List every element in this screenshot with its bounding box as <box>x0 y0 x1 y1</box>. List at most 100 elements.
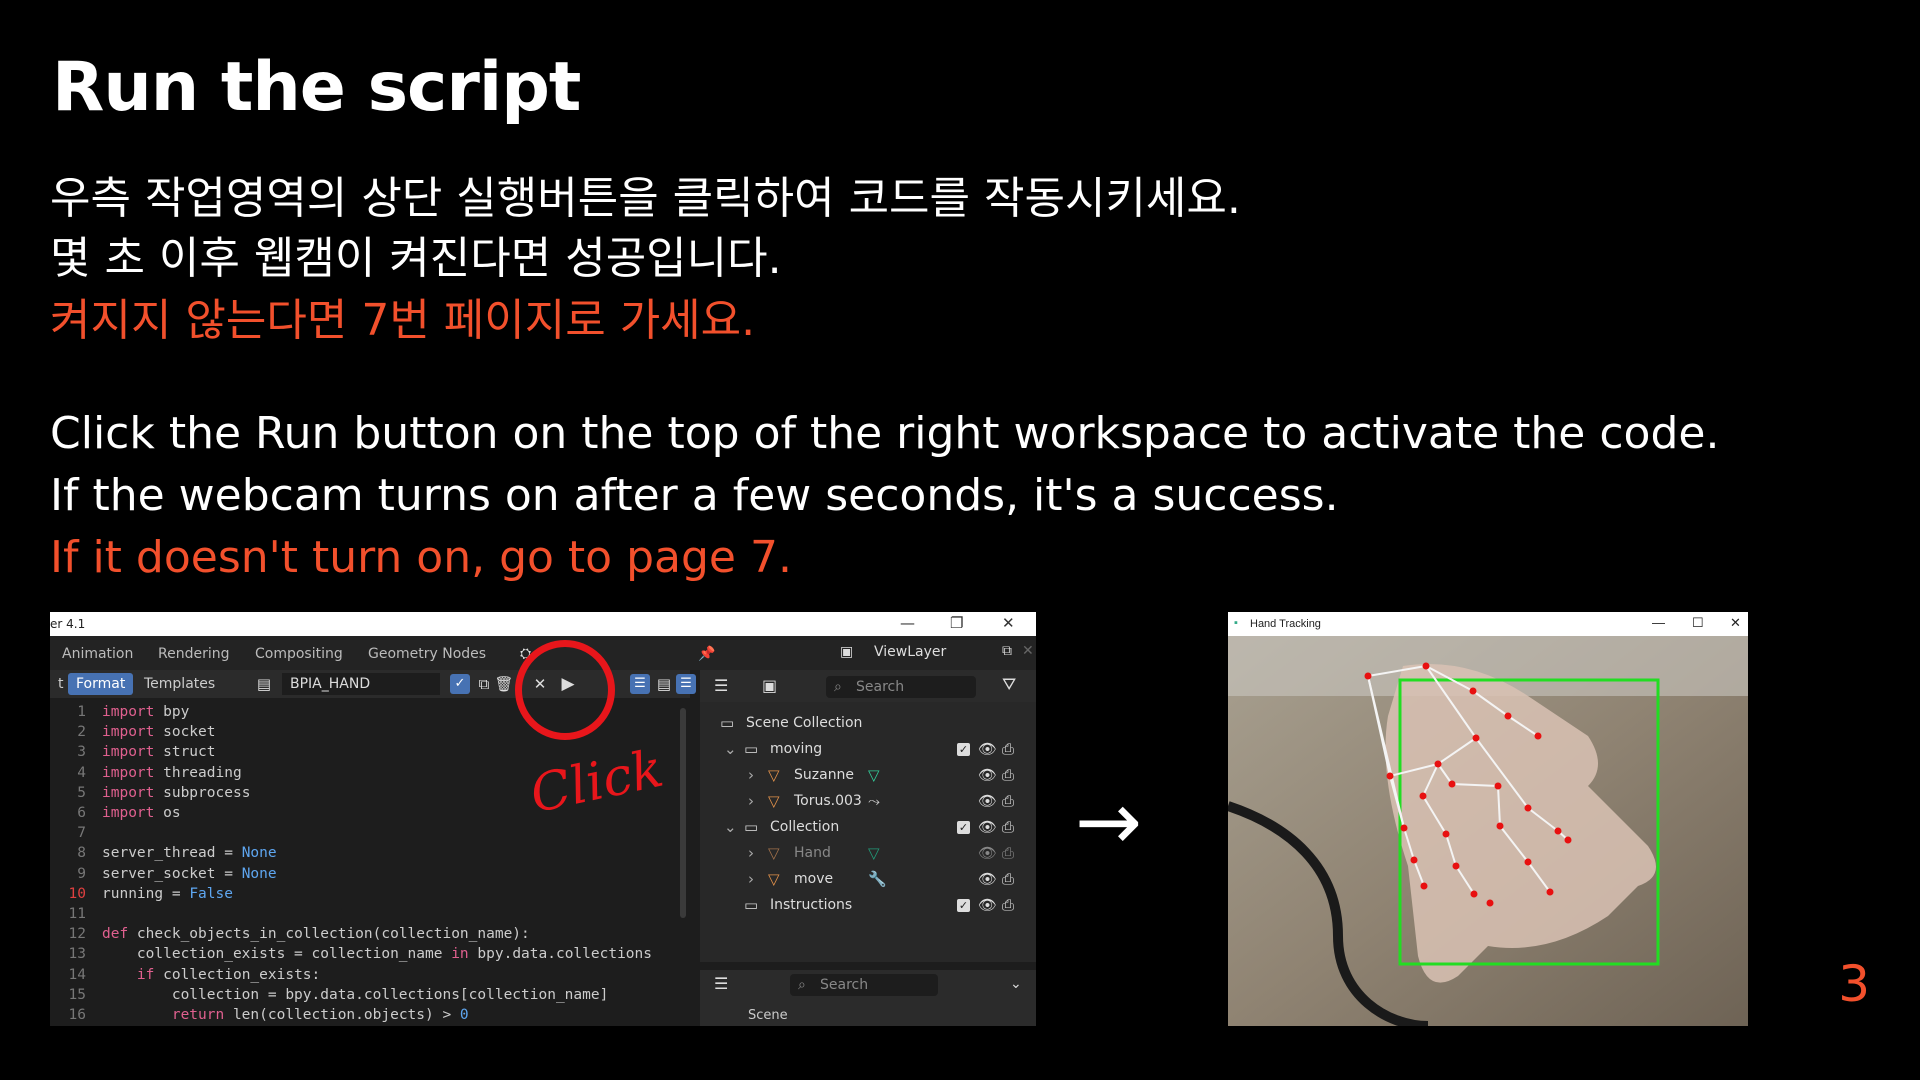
outliner-search-input[interactable]: ⌕ Search <box>826 676 976 698</box>
maximize-icon[interactable]: ❐ <box>950 614 963 632</box>
exclude-checkbox[interactable]: ✓ <box>957 899 970 912</box>
close-icon[interactable]: ✕ <box>1002 614 1015 632</box>
expand-arrow-icon[interactable]: › <box>748 788 754 814</box>
code-line[interactable]: 5 import subprocess <box>50 783 250 803</box>
tab-rendering[interactable]: Rendering <box>158 646 230 662</box>
close-icon[interactable]: ✕ <box>1730 615 1741 631</box>
properties-panel: ☰ ⌕ Search ⌄ Scene <box>700 970 1036 1026</box>
code-token: import <box>102 784 155 801</box>
code-line[interactable]: 9 server_socket = None <box>50 864 276 884</box>
code-line[interactable]: 1 import bpy <box>50 702 189 722</box>
collection-icon: ▭ <box>720 714 735 732</box>
tab-compositing[interactable]: Compositing <box>255 646 343 662</box>
outliner-item-label: Scene Collection <box>746 715 863 731</box>
copy-icon[interactable]: ⧉ <box>1002 643 1012 659</box>
outliner-item-label: Collection <box>770 819 840 835</box>
eye-icon[interactable]: 👁 <box>978 840 997 866</box>
properties-search-input[interactable]: ⌕ Search <box>790 974 938 996</box>
pin-icon[interactable]: 📌 <box>698 646 715 662</box>
view-layer-selector[interactable]: ▣ ViewLayer ⧉ ✕ <box>830 636 1036 670</box>
code-line[interactable]: 16 return len(collection.objects) > 0 <box>50 1005 469 1025</box>
camera-icon[interactable]: ⎙ <box>1002 840 1014 866</box>
display-mode-icon[interactable]: ☰ <box>714 676 728 695</box>
outliner-item-move[interactable]: › ▽ move 🔧 👁 ⎙ <box>700 866 1036 892</box>
code-line[interactable]: 4 import threading <box>50 763 242 783</box>
camera-icon[interactable]: ⎙ <box>1002 866 1014 892</box>
fake-user-icon[interactable]: ✓ <box>450 674 470 694</box>
tab-animation[interactable]: Animation <box>62 646 133 662</box>
eye-icon[interactable]: 👁 <box>978 788 997 814</box>
camera-icon[interactable]: ⎙ <box>1002 762 1014 788</box>
format-menu[interactable]: Format <box>68 673 134 695</box>
code-line[interactable]: 14 if collection_exists: <box>50 965 321 985</box>
syntax-highlight-icon[interactable]: ☰ <box>676 674 696 694</box>
code-line[interactable]: 8 server_thread = None <box>50 843 276 863</box>
camera-icon[interactable]: ⎙ <box>1002 736 1014 762</box>
code-line[interactable]: 7 <box>50 823 102 843</box>
code-scrollbar[interactable] <box>680 708 686 918</box>
camera-icon[interactable]: ⎙ <box>1002 788 1014 814</box>
outliner-item-suzanne[interactable]: › ▽ Suzanne ▽ 👁 ⎙ <box>700 762 1036 788</box>
code-line[interactable]: 10 running = False <box>50 884 233 904</box>
duplicate-icon[interactable]: ⧉ <box>474 674 494 694</box>
hand-landmark-point <box>1496 822 1504 830</box>
eye-icon[interactable]: 👁 <box>978 762 997 788</box>
webcam-feed <box>1228 636 1748 1026</box>
camera-icon[interactable]: ⎙ <box>1002 892 1014 918</box>
hand-landmark-point <box>1419 792 1427 800</box>
expand-arrow-icon[interactable]: ⌄ <box>724 736 737 762</box>
hand-landmark-point <box>1448 780 1456 788</box>
code-token: collection_exists = collection_name <box>102 946 452 963</box>
code-editor[interactable]: 1 import bpy 2 import socket 3 import struct 4… <box>50 700 690 1026</box>
outliner-item-torus-003[interactable]: › ▽ Torus.003 ⤳ 👁 ⎙ <box>700 788 1036 814</box>
eye-icon[interactable]: 👁 <box>978 892 997 918</box>
code-line[interactable]: 3 import struct <box>50 742 215 762</box>
outliner-item-scene-collection[interactable]: ▭ Scene Collection <box>700 710 1036 736</box>
text-browse-icon[interactable]: ▤ <box>254 674 274 694</box>
expand-arrow-icon[interactable]: › <box>748 762 754 788</box>
collection-icon: ▭ <box>744 896 759 914</box>
expand-arrow-icon[interactable]: › <box>748 840 754 866</box>
hand-landmark-point <box>1470 890 1478 898</box>
eye-icon[interactable]: 👁 <box>978 866 997 892</box>
delete-view-layer-icon[interactable]: ✕ <box>1022 643 1034 659</box>
outliner-search-placeholder: Search <box>856 679 905 695</box>
tab-geometry-nodes[interactable]: Geometry Nodes <box>368 646 486 662</box>
expand-arrow-icon[interactable]: › <box>748 866 754 892</box>
outliner-item-hand[interactable]: › ▽ Hand ▽ 👁 ⎙ <box>700 840 1036 866</box>
word-wrap-icon[interactable]: ▤ <box>654 674 674 694</box>
exclude-checkbox[interactable]: ✓ <box>957 821 970 834</box>
korean-instruction-1: 우측 작업영역의 상단 실행버튼을 클릭하여 코드를 작동시키세요. <box>50 173 1241 224</box>
minimize-icon[interactable]: — <box>900 614 915 632</box>
filter-icon[interactable]: ⛛ <box>1002 675 1016 695</box>
camera-icon[interactable]: ⎙ <box>1002 814 1014 840</box>
code-line[interactable]: 15 collection = bpy.data.collections[col… <box>50 985 609 1005</box>
page-number: 3 <box>1838 955 1870 1013</box>
chevron-down-icon[interactable]: ⌄ <box>1010 976 1022 992</box>
code-line[interactable]: 13 collection_exists = collection_name i… <box>50 944 652 964</box>
maximize-icon[interactable]: ☐ <box>1692 615 1704 631</box>
eye-icon[interactable]: 👁 <box>978 814 997 840</box>
outliner-item-moving[interactable]: ⌄ ▭ moving ✓ 👁 ⎙ <box>700 736 1036 762</box>
outliner-item-collection[interactable]: ⌄ ▭ Collection ✓ 👁 ⎙ <box>700 814 1036 840</box>
outliner-item-instructions[interactable]: ▭ Instructions ✓ 👁 ⎙ <box>700 892 1036 918</box>
code-line[interactable]: 12 def check_objects_in_collection(collec… <box>50 924 530 944</box>
code-line[interactable]: 6 import os <box>50 803 180 823</box>
code-line[interactable]: 2 import socket <box>50 722 215 742</box>
exclude-checkbox[interactable]: ✓ <box>957 743 970 756</box>
scene-label: Scene <box>748 1008 788 1023</box>
english-instruction-2: If the webcam turns on after a few secon… <box>50 470 1339 521</box>
hand-landmark-point <box>1554 827 1562 835</box>
text-name-field[interactable]: BPIA_HAND <box>282 673 440 695</box>
templates-menu[interactable]: Templates <box>136 673 223 695</box>
line-numbers-icon[interactable]: ☰ <box>630 674 650 694</box>
expand-arrow-icon[interactable]: ⌄ <box>724 814 737 840</box>
eye-icon[interactable]: 👁 <box>978 736 997 762</box>
filter-type-icon[interactable]: ▣ <box>762 676 777 695</box>
code-token: def <box>102 926 129 943</box>
minimize-icon[interactable]: — <box>1652 615 1665 630</box>
code-token: threading <box>154 764 242 781</box>
trash-icon[interactable]: 🗑 <box>494 674 514 694</box>
code-line[interactable]: 11 <box>50 904 102 924</box>
properties-editor-icon[interactable]: ☰ <box>714 974 728 993</box>
